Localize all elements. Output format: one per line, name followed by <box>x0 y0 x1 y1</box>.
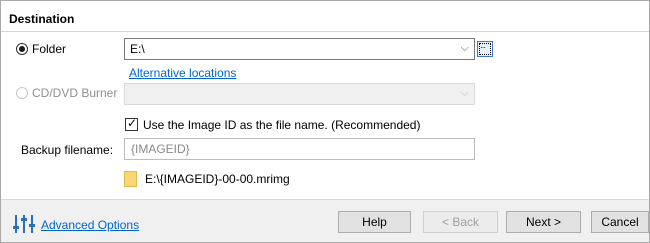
sliders-icon[interactable] <box>12 213 36 235</box>
folder-combobox-value: E:\ <box>130 42 145 56</box>
folder-radio[interactable] <box>16 43 28 55</box>
chevron-down-icon[interactable]: ⌵ <box>461 42 469 55</box>
use-image-id-label[interactable]: Use the Image ID as the file name. (Reco… <box>143 118 420 132</box>
checkmark-icon: ✓ <box>127 116 138 130</box>
folder-combobox[interactable]: E:\ ⌵ <box>124 38 475 60</box>
browse-dots: ··· <box>480 43 486 52</box>
section-title: Destination <box>9 12 75 26</box>
folder-icon <box>124 171 137 187</box>
ellipsis-browse-icon[interactable]: ··· <box>477 41 493 57</box>
folder-radio-label[interactable]: Folder <box>32 42 66 56</box>
backup-filename-label: Backup filename: <box>21 143 114 157</box>
cd-dvd-radio-label[interactable]: CD/DVD Burner <box>32 86 117 100</box>
use-image-id-checkbox[interactable]: ✓ <box>125 116 138 131</box>
alternative-locations-link[interactable]: Alternative locations <box>129 66 236 80</box>
cd-dvd-combobox[interactable]: ⌵ <box>124 83 475 105</box>
back-button[interactable]: < Back <box>423 211 498 233</box>
backup-filename-input[interactable]: {IMAGEID} <box>124 138 475 160</box>
preview-path: E:\{IMAGEID}-00-00.mrimg <box>145 172 290 186</box>
chevron-down-icon[interactable]: ⌵ <box>461 87 469 100</box>
backup-filename-placeholder: {IMAGEID} <box>131 142 190 156</box>
cd-dvd-radio[interactable] <box>16 87 28 99</box>
cancel-button[interactable]: Cancel <box>591 211 649 233</box>
section-divider <box>1 31 649 32</box>
help-button[interactable]: Help <box>338 211 411 233</box>
radio-selected-dot <box>19 46 25 52</box>
advanced-options-link[interactable]: Advanced Options <box>41 218 139 232</box>
next-button[interactable]: Next > <box>506 211 581 233</box>
